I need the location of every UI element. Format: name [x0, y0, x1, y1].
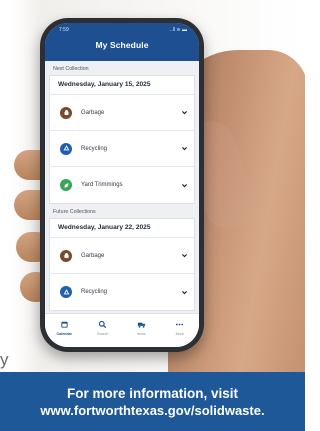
recycle-icon [60, 286, 72, 298]
info-banner: For more information, visit www.fortwort… [0, 372, 305, 431]
next-collection-card: Wednesday, January 15, 2025 Garbage Recy… [49, 75, 195, 204]
phone-device: 7:59 ..ll ≋ ▬ My Schedule Next Collectio… [40, 18, 204, 352]
tab-items[interactable]: Items [124, 320, 158, 336]
recycle-icon [60, 142, 72, 155]
collection-item-label: Garbage [81, 252, 105, 259]
page-title: My Schedule [95, 40, 149, 50]
cropped-text: y [0, 350, 9, 369]
tab-label: More [175, 332, 184, 336]
collection-item-garbage[interactable]: Garbage [50, 95, 194, 131]
more-dots-icon [176, 323, 184, 326]
status-time: 7:59 [59, 27, 69, 33]
tab-label: Calendar [56, 332, 72, 336]
banner-url[interactable]: www.fortworthtexas.gov/solidwaste. [0, 402, 305, 419]
photo-background: y 7:59 ..ll ≋ ▬ My Schedule Next Collect… [0, 0, 305, 372]
collection-item-recycling[interactable]: Recycling [50, 131, 194, 167]
app-header: 7:59 ..ll ≋ ▬ My Schedule [45, 23, 199, 61]
collection-item-garbage[interactable]: Garbage [50, 238, 194, 274]
collection-item-label: Recycling [81, 145, 108, 152]
collection-item-label: Yard Trimmings [81, 182, 123, 188]
collection-item-yard-trimmings[interactable]: Yard Trimmings [50, 167, 194, 203]
tab-label: Items [136, 332, 146, 336]
future-collections-label: Future Collections [45, 204, 199, 218]
garbage-bag-icon [60, 106, 72, 119]
calendar-icon [61, 321, 68, 328]
future-collection-date: Wednesday, January 22, 2025 [50, 219, 194, 238]
phone-screen: 7:59 ..ll ≋ ▬ My Schedule Next Collectio… [45, 23, 199, 347]
chevron-down-icon[interactable] [181, 109, 188, 116]
truck-icon [137, 322, 145, 328]
chevron-down-icon[interactable] [181, 182, 188, 189]
tab-search[interactable]: Search [86, 320, 120, 336]
leaf-icon [60, 179, 72, 191]
garbage-bag-icon [60, 249, 72, 262]
chevron-down-icon[interactable] [181, 289, 188, 296]
chevron-down-icon[interactable] [181, 145, 188, 152]
chevron-down-icon[interactable] [181, 252, 188, 259]
tab-label: Search [97, 332, 109, 336]
collection-item-recycling[interactable]: Recycling [50, 274, 194, 310]
next-collection-label: Next Collection [45, 61, 199, 75]
status-indicators: ..ll ≋ ▬ [170, 27, 187, 33]
tab-calendar[interactable]: Calendar [47, 320, 81, 336]
future-collection-card: Wednesday, January 22, 2025 Garbage Recy… [49, 218, 195, 311]
search-icon [99, 320, 107, 329]
tab-more[interactable]: More [163, 320, 197, 336]
bottom-tab-bar: Calendar Search Items More [45, 313, 199, 347]
collection-item-label: Garbage [81, 109, 105, 116]
next-collection-date: Wednesday, January 15, 2025 [50, 76, 194, 95]
banner-heading: For more information, visit [66, 385, 239, 401]
collection-item-label: Recycling [81, 289, 108, 295]
